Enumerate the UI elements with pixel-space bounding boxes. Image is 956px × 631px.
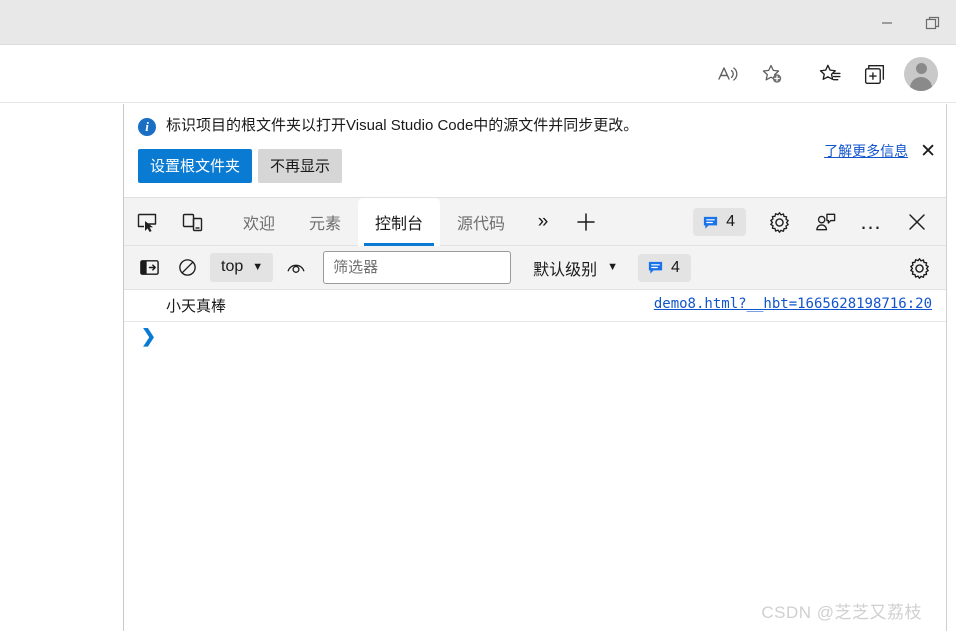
devtools-tabs: 欢迎 元素 控制台 源代码 [226, 197, 522, 246]
issues-speech-icon [703, 216, 718, 229]
execution-context-label: top [221, 258, 244, 275]
console-input-prompt[interactable]: ❯ [124, 322, 946, 351]
page-content-area [0, 104, 124, 631]
window-controls [864, 0, 956, 45]
devtools-tabbar-actions: 4 … [693, 198, 940, 246]
console-sidebar-icon[interactable] [132, 251, 166, 285]
console-message-text: 小天真棒 [166, 298, 227, 315]
banner-message: 标识项目的根文件夹以打开Visual Studio Code中的源文件并同步更改… [166, 117, 639, 134]
issues-speech-icon-2 [648, 261, 663, 274]
right-edge-strip [947, 104, 956, 631]
console-output[interactable]: 小天真棒 demo8.html?__hbt=1665628198716:20 ❯… [124, 290, 946, 631]
feedback-icon[interactable] [802, 199, 848, 245]
add-favorite-icon[interactable] [750, 52, 794, 96]
inspect-element-icon[interactable] [124, 199, 170, 245]
issues-count: 4 [726, 213, 735, 230]
device-toolbar-icon[interactable] [170, 199, 216, 245]
address-bar-actions [700, 52, 800, 96]
chevron-down-icon-level: ▼ [607, 261, 619, 273]
close-devtools-icon[interactable] [894, 199, 940, 245]
read-aloud-icon[interactable] [706, 52, 750, 96]
tab-sources[interactable]: 源代码 [440, 198, 522, 246]
console-message-row[interactable]: 小天真棒 demo8.html?__hbt=1665628198716:20 [124, 290, 946, 322]
learn-more-link[interactable]: 了解更多信息 [824, 141, 908, 161]
console-message-source-link[interactable]: demo8.html?__hbt=1665628198716:20 [654, 296, 932, 312]
chevron-down-icon: ▼ [252, 260, 264, 273]
devtools-panel: i 标识项目的根文件夹以打开Visual Studio Code中的源文件并同步… [124, 104, 947, 631]
toolbar-actions [700, 45, 948, 103]
browser-tab-strip [0, 0, 956, 45]
watermark: CSDN @芝芝又荔枝 [761, 603, 922, 622]
tab-console-label: 控制台 [375, 215, 424, 233]
tab-welcome-label: 欢迎 [243, 215, 276, 233]
tab-welcome[interactable]: 欢迎 [226, 198, 292, 246]
tab-elements-label: 元素 [309, 215, 342, 233]
gear-icon[interactable] [756, 199, 802, 245]
console-settings-gear-icon[interactable] [902, 251, 936, 285]
restore-button[interactable] [910, 0, 956, 45]
console-filter-input[interactable] [323, 251, 512, 284]
collections-icon[interactable] [852, 52, 896, 96]
favorites-icon[interactable] [808, 52, 852, 96]
tab-sources-label: 源代码 [457, 215, 506, 233]
issues-badge[interactable]: 4 [693, 208, 746, 236]
close-banner-icon[interactable]: ✕ [920, 142, 936, 161]
log-level-label: 默认级别 [533, 261, 598, 279]
clear-console-icon[interactable] [170, 251, 204, 285]
tab-elements[interactable]: 元素 [292, 198, 358, 246]
execution-context-select[interactable]: top ▼ [210, 253, 274, 282]
console-toolbar-right [902, 246, 936, 290]
browser-window: i 标识项目的根文件夹以打开Visual Studio Code中的源文件并同步… [0, 0, 956, 631]
profile-avatar[interactable] [904, 57, 938, 91]
devtools-tab-bar: 欢迎 元素 控制台 源代码 » 4 … [124, 197, 946, 246]
more-options-icon[interactable]: … [848, 199, 894, 245]
set-root-folder-button[interactable]: 设置根文件夹 [138, 149, 253, 183]
info-icon: i [138, 118, 156, 136]
live-expression-icon[interactable] [279, 251, 313, 285]
prompt-caret-icon: ❯ [141, 326, 157, 346]
workspace-info-banner: i 标识项目的根文件夹以打开Visual Studio Code中的源文件并同步… [124, 104, 946, 198]
console-issues-count: 4 [671, 258, 680, 276]
log-level-select[interactable]: 默认级别 ▼ [525, 251, 626, 285]
tab-console[interactable]: 控制台 [358, 197, 441, 246]
browser-toolbar [0, 45, 956, 103]
minimize-button[interactable] [864, 0, 910, 45]
console-issues-badge[interactable]: 4 [638, 253, 691, 282]
more-tabs-icon[interactable]: » [522, 199, 564, 245]
console-toolbar: top ▼ 默认级别 ▼ 4 [124, 246, 946, 290]
add-panel-icon[interactable] [564, 199, 608, 245]
dont-show-again-button[interactable]: 不再显示 [258, 149, 343, 183]
